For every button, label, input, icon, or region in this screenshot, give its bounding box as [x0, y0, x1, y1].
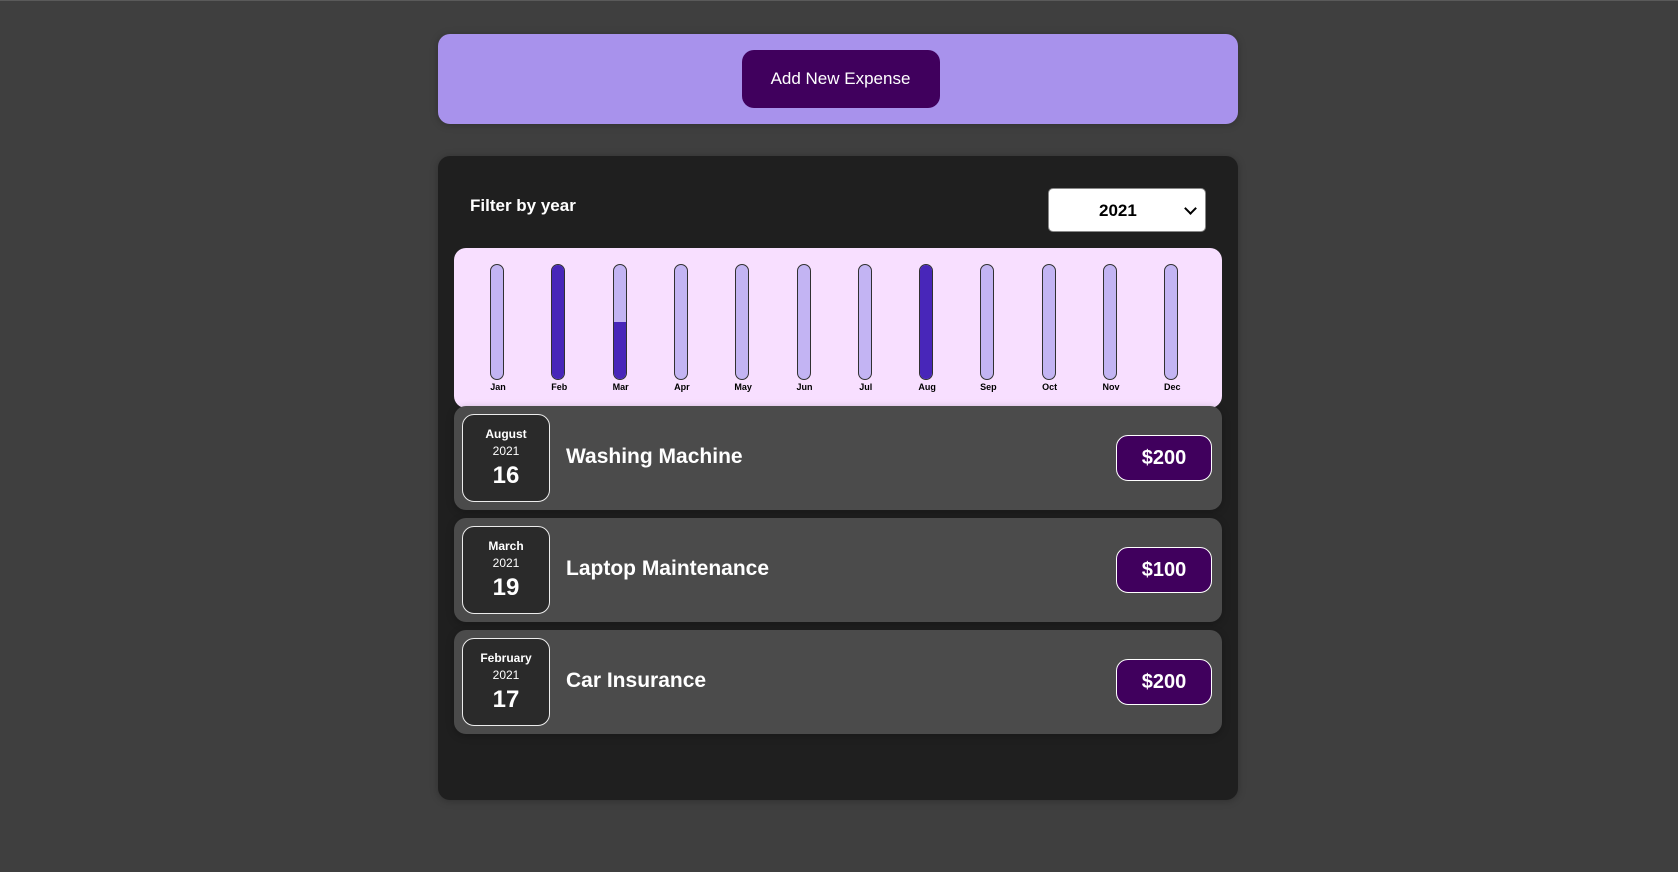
chart-bar-label: May [734, 382, 752, 392]
chart-bar-label: Sep [980, 382, 997, 392]
expense-item: March 2021 19 Laptop Maintenance $100 [454, 518, 1222, 622]
add-new-expense-button[interactable]: Add New Expense [741, 50, 940, 108]
chart-bar-track [1103, 264, 1117, 380]
expense-date-month: February [480, 651, 532, 665]
chart-bar-label: Jun [796, 382, 813, 392]
expense-date: August 2021 16 [462, 414, 550, 502]
chart-bar-dec: Dec [1152, 264, 1192, 404]
chart-bar-fill [613, 322, 626, 379]
expenses-panel: Filter by year 2021 Jan Feb Mar Apr May Jun Ju… [438, 156, 1238, 800]
expense-title: Car Insurance [566, 669, 707, 692]
chart-bar-label: Jan [490, 382, 506, 392]
expense-title: Laptop Maintenance [566, 557, 770, 580]
expense-date-day: 17 [492, 686, 520, 713]
chart-bar-label: Mar [612, 382, 629, 392]
chart-bar-track [673, 264, 688, 380]
expense-item: August 2021 16 Washing Machine $200 [454, 406, 1222, 510]
chart-bar-track [980, 264, 995, 380]
chart-bar-nov: Nov [1091, 264, 1131, 404]
expense-amount: $100 [1116, 547, 1212, 593]
chart-bar-track [551, 264, 566, 380]
chart-bar-oct: Oct [1030, 264, 1070, 404]
chart-bar-aug: Aug [907, 264, 947, 404]
expense-date: February 2021 17 [462, 638, 550, 726]
chart-bar-label: Feb [551, 382, 568, 392]
expense-title: Washing Machine [566, 445, 743, 468]
chart-bar-track [796, 264, 811, 380]
chart-bar-track [735, 264, 750, 380]
chart-bar-track [612, 264, 627, 380]
chart-bar-label: Dec [1164, 382, 1181, 392]
chart-bar-label: Nov [1102, 382, 1120, 392]
expense-date-day: 19 [492, 574, 520, 601]
chart-bar-label: Oct [1042, 382, 1058, 392]
expense-date-month: August [485, 427, 527, 441]
expense-amount: $200 [1116, 659, 1212, 705]
expense-amount: $200 [1116, 435, 1212, 481]
expense-date-year: 2021 [492, 444, 520, 458]
chart-bar-fill [552, 265, 565, 379]
chart-bar-fill [920, 265, 933, 379]
chart-bar-feb: Feb [539, 264, 579, 404]
year-filter-select[interactable]: 2021 [1048, 188, 1206, 232]
chart-bar-apr: Apr [662, 264, 702, 404]
chart-bar-track [919, 264, 934, 380]
chart-bar-may: May [723, 264, 763, 404]
chart-bar-sep: Sep [968, 264, 1008, 404]
chart-bar-track [857, 264, 872, 380]
chart-bar-mar: Mar [601, 264, 641, 404]
chart-bar-jun: Jun [785, 264, 825, 404]
expense-date-month: March [488, 539, 524, 553]
expense-date: March 2021 19 [462, 526, 550, 614]
filter-label: Filter by year [470, 196, 576, 215]
chart-bar-jul: Jul [846, 264, 886, 404]
chart-bar-track [1041, 264, 1056, 380]
chart-bar-label: Aug [918, 382, 936, 392]
chart-bar-track [490, 264, 504, 380]
chart-bar-label: Jul [859, 382, 873, 392]
chart-bar-label: Apr [674, 382, 690, 392]
expense-date-day: 16 [492, 462, 520, 489]
expenses-chart: Jan Feb Mar Apr May Jun Jul Aug Sep Oct Nov Dec [454, 248, 1222, 408]
new-expense-panel: Add New Expense [438, 34, 1238, 124]
chart-bar-jan: Jan [478, 264, 518, 404]
expense-item: February 2021 17 Car Insurance $200 [454, 630, 1222, 734]
chart-bar-track [1164, 264, 1179, 380]
expense-date-year: 2021 [492, 556, 520, 570]
expense-date-year: 2021 [492, 668, 520, 682]
